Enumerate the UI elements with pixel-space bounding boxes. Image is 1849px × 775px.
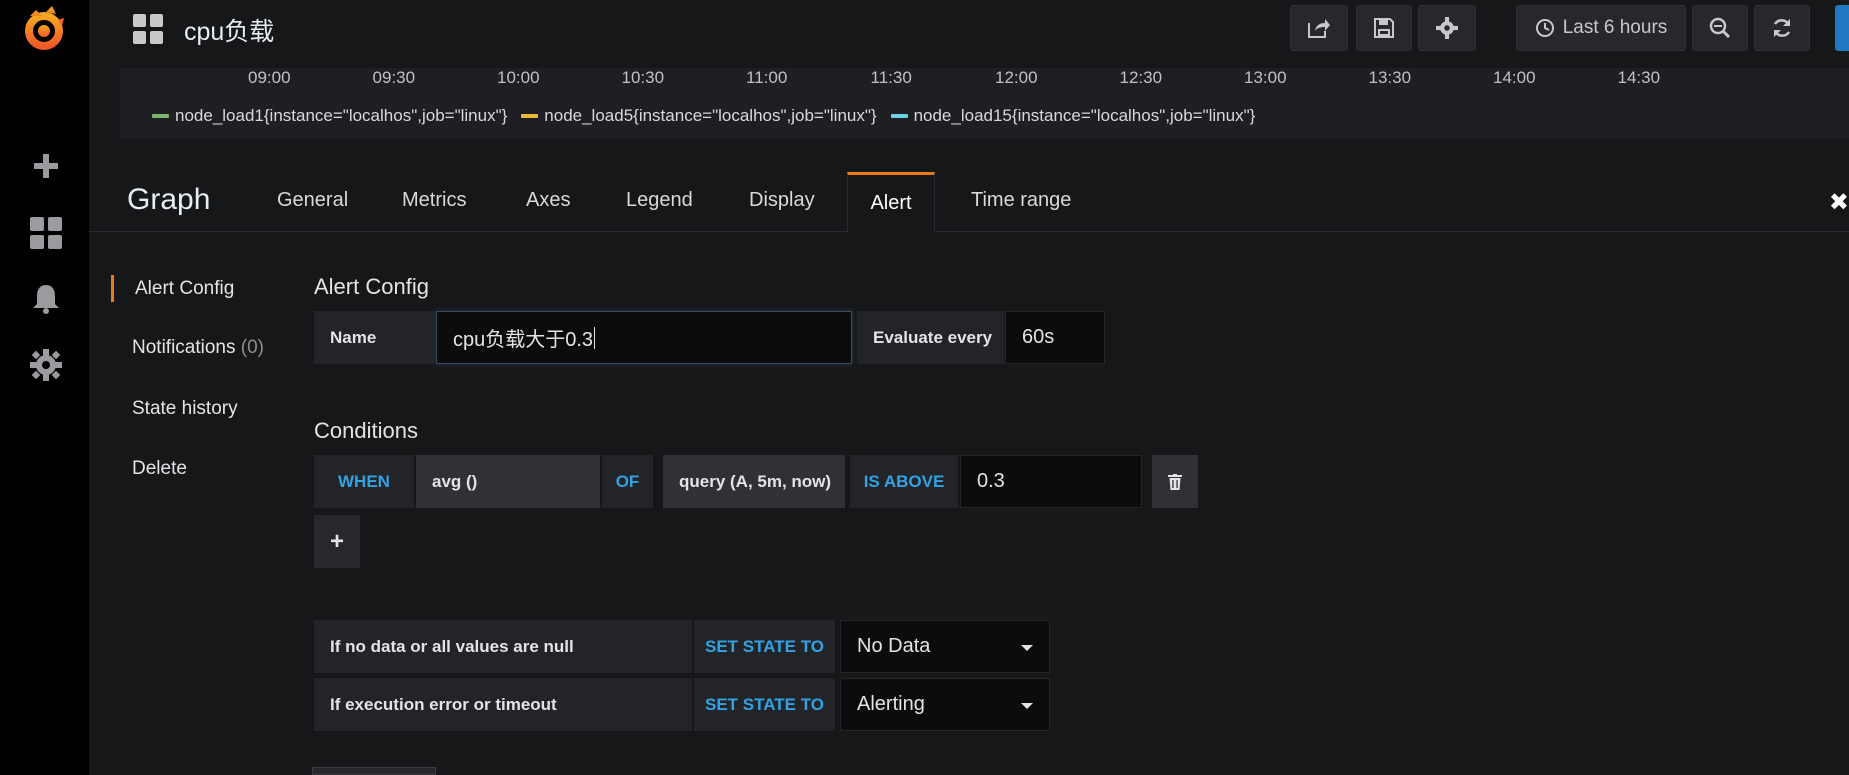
reducer-selector[interactable]: avg () xyxy=(416,455,600,508)
exec-error-state-select[interactable]: Alerting xyxy=(840,678,1050,731)
graph-legend: node_load1{instance="localhos",job="linu… xyxy=(152,106,1255,126)
exec-error-label: If execution error or timeout xyxy=(314,678,692,731)
chevron-down-icon xyxy=(1021,645,1033,651)
tab-metrics[interactable]: Metrics xyxy=(402,189,466,212)
threshold-input[interactable]: 0.3 xyxy=(960,455,1142,508)
share-button[interactable] xyxy=(1290,5,1348,51)
time-axis-tick: 11:30 xyxy=(870,68,912,87)
legend-item[interactable]: node_load15{instance="localhos",job="lin… xyxy=(890,106,1256,126)
panel-type-title: Graph xyxy=(127,183,211,216)
sidebar xyxy=(0,0,89,775)
subnav-delete[interactable]: Delete xyxy=(132,458,187,480)
no-data-set-state-keyword: SET STATE TO xyxy=(694,620,835,673)
legend-series-swatch xyxy=(890,114,908,118)
subnav-alert-config[interactable]: Alert Config xyxy=(135,278,234,300)
refresh-button[interactable] xyxy=(1754,5,1810,51)
time-axis-tick: 14:30 xyxy=(1617,68,1661,87)
conditions-heading: Conditions xyxy=(314,418,418,443)
of-keyword: OF xyxy=(602,455,653,508)
subnav-active-indicator xyxy=(111,275,114,302)
plus-icon[interactable] xyxy=(28,148,64,184)
trash-icon xyxy=(1168,473,1182,490)
legend-item[interactable]: node_load1{instance="localhos",job="linu… xyxy=(152,106,507,126)
dashboard-title[interactable]: cpu负载 xyxy=(184,12,274,48)
subnav-notifications-label: Notifications xyxy=(132,337,236,358)
legend-item[interactable]: node_load5{instance="localhos",job="linu… xyxy=(521,106,877,126)
tab-alert[interactable]: Alert xyxy=(847,172,935,232)
evaluate-every-label: Evaluate every xyxy=(857,311,1004,364)
close-editor-icon[interactable]: ✖ xyxy=(1829,188,1849,217)
grafana-logo-icon[interactable] xyxy=(22,6,66,52)
graph-panel: 09:00 09:30 10:00 10:30 11:00 11:30 12:00 12:30… xyxy=(120,68,1849,138)
tab-axes[interactable]: Axes xyxy=(526,189,570,212)
no-data-state-select[interactable]: No Data xyxy=(840,620,1050,673)
subnav-state-history[interactable]: State history xyxy=(132,398,238,420)
time-axis-tick: 12:30 xyxy=(1119,68,1163,87)
alert-name-value: cpu负载大于0.3 xyxy=(453,329,594,351)
time-axis-tick: 13:00 xyxy=(1244,68,1287,87)
time-range-label: Last 6 hours xyxy=(1562,17,1668,38)
bell-icon[interactable] xyxy=(28,281,64,317)
exec-error-set-state-keyword: SET STATE TO xyxy=(694,678,835,731)
alert-name-input[interactable]: cpu负载大于0.3 xyxy=(436,311,852,364)
no-data-label: If no data or all values are null xyxy=(314,620,692,673)
text-cursor xyxy=(594,326,596,349)
legend-series-swatch xyxy=(152,114,169,118)
clock-icon xyxy=(1535,19,1554,37)
save-button[interactable] xyxy=(1356,5,1412,51)
legend-series-label: node_load1{instance="localhos",job="linu… xyxy=(175,106,508,125)
share-icon xyxy=(1308,19,1330,38)
time-axis-tick: 14:00 xyxy=(1493,68,1536,87)
query-selector[interactable]: query (A, 5m, now) xyxy=(663,455,845,508)
refresh-icon xyxy=(1773,19,1791,37)
tab-time-range[interactable]: Time range xyxy=(971,189,1071,212)
dashboards-icon[interactable] xyxy=(28,215,64,251)
tab-display[interactable]: Display xyxy=(749,189,815,212)
exec-error-state-value: Alerting xyxy=(857,693,925,715)
cog-icon xyxy=(1436,17,1458,39)
panel-editor-tabs: Graph General Metrics Axes Legend Displa… xyxy=(89,172,1849,232)
time-axis-tick: 10:00 xyxy=(497,68,540,87)
no-data-state-value: No Data xyxy=(857,635,931,657)
zoom-out-button[interactable] xyxy=(1692,5,1748,51)
delete-condition-button[interactable] xyxy=(1152,455,1198,508)
time-axis-tick: 09:30 xyxy=(372,68,416,87)
alert-config-heading: Alert Config xyxy=(314,274,429,299)
dashboard-grid-icon[interactable] xyxy=(133,14,163,44)
tab-general[interactable]: General xyxy=(277,189,348,212)
time-picker-button[interactable]: Last 6 hours xyxy=(1516,5,1686,51)
chevron-down-icon xyxy=(1021,703,1033,709)
notifications-count: (0) xyxy=(240,337,265,358)
legend-series-label: node_load5{instance="localhos",job="linu… xyxy=(544,106,877,125)
time-axis-tick: 10:30 xyxy=(621,68,665,87)
time-axis-tick: 12:00 xyxy=(995,68,1038,87)
time-axis-tick: 13:30 xyxy=(1368,68,1412,87)
top-navbar: cpu负载 Last 6 hours xyxy=(89,0,1849,68)
search-minus-icon xyxy=(1709,17,1731,39)
when-keyword: WHEN xyxy=(314,455,414,508)
gear-icon[interactable] xyxy=(28,347,64,383)
evaluate-every-input[interactable]: 60s xyxy=(1005,311,1105,364)
tab-legend[interactable]: Legend xyxy=(626,189,693,212)
name-label: Name xyxy=(314,311,434,364)
legend-series-label: node_load15{instance="localhos",job="lin… xyxy=(913,106,1256,125)
evaluator-selector[interactable]: IS ABOVE xyxy=(850,455,958,508)
add-condition-button[interactable]: + xyxy=(314,515,360,568)
test-rule-button[interactable] xyxy=(312,767,436,775)
legend-series-swatch xyxy=(521,114,539,118)
subnav-notifications[interactable]: Notifications (0) xyxy=(132,337,264,359)
dashboard-action-button[interactable] xyxy=(1835,5,1849,51)
time-axis-tick: 09:00 xyxy=(248,68,291,87)
time-axis-tick: 11:00 xyxy=(746,68,788,87)
settings-button[interactable] xyxy=(1418,5,1476,51)
save-icon xyxy=(1374,18,1394,38)
